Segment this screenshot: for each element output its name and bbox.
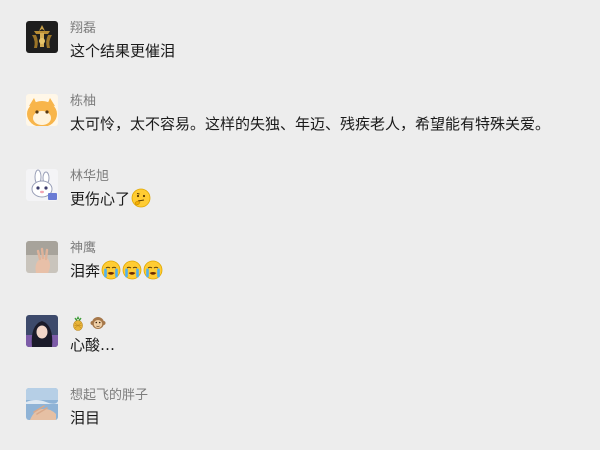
comment-item: 林华旭 更伤心了 xyxy=(0,169,600,239)
loudly-crying-face-emoji xyxy=(143,260,163,280)
avatar[interactable] xyxy=(26,94,58,126)
username[interactable]: 想起飞的胖子 xyxy=(70,388,148,404)
username[interactable]: 翔磊 xyxy=(70,21,96,37)
comment-item: 想起飞的胖子 泪目 xyxy=(0,388,600,450)
comment-item: 神鹰 泪奔 xyxy=(0,241,600,311)
avatar[interactable] xyxy=(26,315,58,347)
loudly-crying-face-emoji xyxy=(101,260,121,280)
loudly-crying-face-emoji xyxy=(122,260,142,280)
comment-feed: 翔磊 这个结果更催泪 栋柚 太可怜，太不容易。这样的失独、年迈、残疾老人，希望能… xyxy=(0,0,600,450)
comment-text: 太可怜，太不容易。这样的失独、年迈、残疾老人，希望能有特殊关爱。 xyxy=(70,115,551,133)
comment-text: 更伤心了 xyxy=(70,188,151,210)
avatar[interactable] xyxy=(26,21,58,53)
username[interactable] xyxy=(70,315,110,333)
comment-text: 这个结果更催泪 xyxy=(70,42,176,60)
comment-text: 泪目 xyxy=(70,409,101,427)
comment-item: 心酸… xyxy=(0,315,600,385)
comment-item: 翔磊 这个结果更催泪 xyxy=(0,21,600,91)
pineapple-emoji xyxy=(70,315,86,331)
thinking-face-emoji xyxy=(131,188,151,208)
username[interactable]: 林华旭 xyxy=(70,169,109,185)
comment-text: 心酸… xyxy=(70,336,116,354)
avatar[interactable] xyxy=(26,169,58,201)
username[interactable]: 栋柚 xyxy=(70,94,96,110)
comment-item: 栋柚 太可怜，太不容易。这样的失独、年迈、残疾老人，希望能有特殊关爱。 xyxy=(0,94,600,164)
username[interactable]: 神鹰 xyxy=(70,241,96,257)
comment-text: 泪奔 xyxy=(70,260,163,282)
monkey-face-emoji xyxy=(90,315,106,331)
avatar[interactable] xyxy=(26,388,58,420)
avatar[interactable] xyxy=(26,241,58,273)
